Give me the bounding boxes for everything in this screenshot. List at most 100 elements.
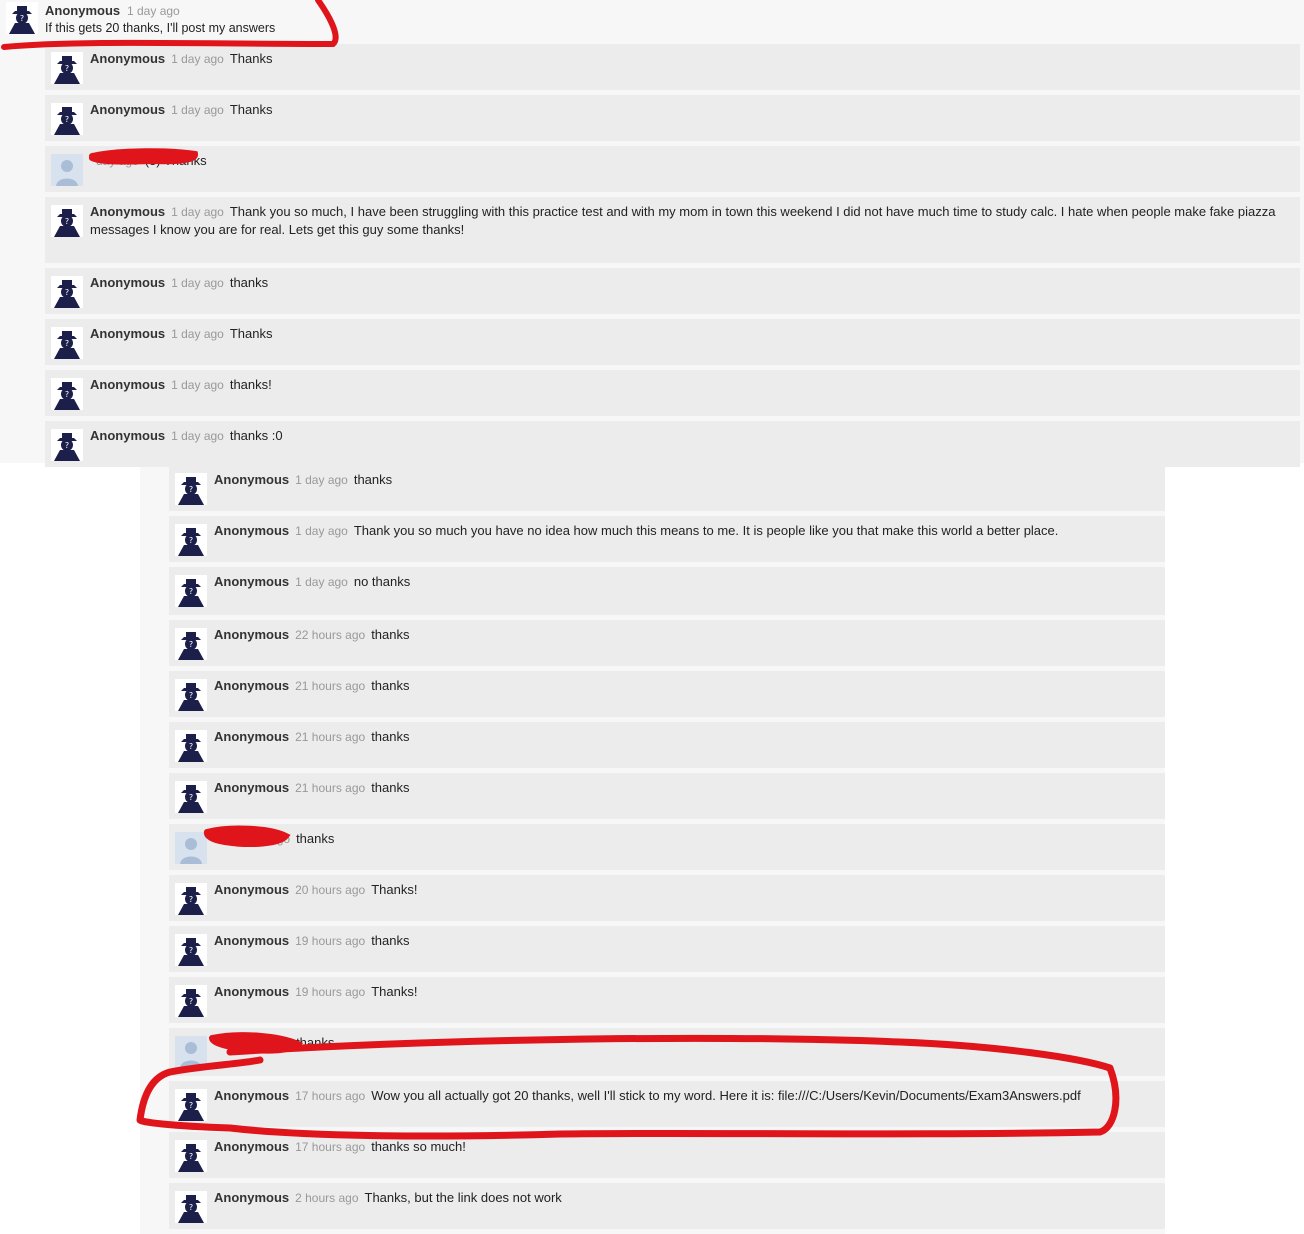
reply-content: Anonymous 22 hours ago thanks [214, 626, 1145, 644]
reply-content: Anonymous 21 hours ago thanks [214, 728, 1145, 746]
reply-row: ? Anonymous 2 hours ago Thanks, but the lin… [169, 1183, 1165, 1229]
reply-content: Anonymous 1 day ago Thank you so much, I h… [90, 203, 1280, 239]
reply-timestamp: 1 day ago [295, 473, 348, 487]
reply-timestamp: 1 day ago [171, 52, 224, 66]
reply-author[interactable]: Anonymous [214, 729, 289, 744]
reply-content: Anonymous 21 hours ago thanks [214, 677, 1145, 695]
reply-text: thanks [353, 472, 393, 487]
reply-author[interactable]: Anonymous [90, 102, 165, 117]
op-timestamp: 1 day ago [127, 4, 180, 18]
reply-author[interactable]: Anonymous [214, 882, 289, 897]
reply-author[interactable]: Anonymous [90, 275, 165, 290]
svg-text:?: ? [189, 793, 193, 802]
anonymous-spy-avatar-icon: ? [175, 985, 207, 1020]
reply-row: ? Anonymous 21 hours ago thanks [169, 773, 1165, 819]
reply-timestamp: 20 hours ago [295, 883, 366, 897]
reply-content: Anonymous 1 day ago thanks! [90, 376, 1280, 394]
reply-content: Anonymous 1 day ago Thanks [90, 325, 1280, 343]
svg-text:?: ? [189, 895, 193, 904]
reply-text: Thanks [229, 102, 273, 117]
anonymous-spy-avatar-icon: ? [175, 628, 207, 663]
reply-author[interactable]: Anonymous [214, 574, 289, 589]
anonymous-spy-avatar-icon: ? [175, 473, 207, 508]
reply-content: 20 hours ago thanks [214, 830, 1145, 848]
reply-timestamp: 21 hours ago [295, 730, 366, 744]
reply-timestamp: 1 day ago [171, 327, 224, 341]
reply-author[interactable]: Anonymous [214, 780, 289, 795]
svg-text:?: ? [189, 1152, 193, 1161]
reply-text: thanks :0 [229, 428, 283, 443]
reply-timestamp: 1 day ago [171, 429, 224, 443]
reply-timestamp: 1 day ago [171, 378, 224, 392]
reply-timestamp: 1 day ago [171, 103, 224, 117]
reply-author[interactable]: Anonymous [214, 1088, 289, 1103]
reply-timestamp: 18 hours ago [220, 1036, 291, 1050]
reply-timestamp: 21 hours ago [295, 679, 366, 693]
anonymous-spy-avatar-icon: ? [175, 934, 207, 969]
reply-text: thanks [296, 1035, 335, 1050]
reply-text: Thanks! [371, 984, 418, 999]
reply-row: ? Anonymous 21 hours ago thanks [169, 671, 1165, 717]
anonymous-spy-avatar-icon: ? [6, 2, 38, 37]
reply-text: thanks! [229, 377, 272, 392]
reply-text: Thanks [229, 326, 273, 341]
reply-author[interactable]: Anonymous [90, 51, 165, 66]
anonymous-spy-avatar-icon: ? [175, 524, 207, 559]
reply-text: thanks [371, 627, 410, 642]
reply-text: no thanks [353, 574, 411, 589]
anonymous-spy-avatar-icon: ? [175, 1191, 207, 1226]
reply-author[interactable]: Anonymous [214, 933, 289, 948]
reply-content: Anonymous 1 day ago thanks [214, 471, 1145, 489]
reply-content: Anonymous 19 hours ago thanks [214, 932, 1145, 950]
reply-row: ? Anonymous 1 day ago Thank you so much, I … [45, 197, 1300, 263]
svg-text:?: ? [189, 1203, 193, 1212]
reply-row: ? Anonymous 1 day ago Thanks [45, 319, 1300, 365]
reply-author[interactable]: Anonymous [214, 472, 289, 487]
anonymous-spy-avatar-icon: ? [175, 781, 207, 816]
svg-text:?: ? [189, 691, 193, 700]
reply-content: Anonymous 2 hours ago Thanks, but the link… [214, 1189, 1145, 1207]
reply-author[interactable]: Anonymous [214, 1139, 289, 1154]
reply-timestamp: 19 hours ago [295, 934, 366, 948]
anonymous-spy-avatar-icon: ? [175, 1140, 207, 1175]
reply-author[interactable]: Anonymous [90, 377, 165, 392]
reply-row: day ago (3) Thanks [45, 146, 1300, 192]
anonymous-spy-avatar-icon: ? [175, 883, 207, 918]
reply-text: Thanks, but the link does not work [364, 1190, 562, 1205]
reply-timestamp: 19 hours ago [295, 985, 366, 999]
reply-author[interactable]: Anonymous [214, 523, 289, 538]
reply-timestamp: 17 hours ago [295, 1140, 366, 1154]
anonymous-spy-avatar-icon: ? [175, 730, 207, 765]
svg-text:?: ? [65, 115, 69, 124]
reply-author[interactable]: Anonymous [214, 678, 289, 693]
reply-timestamp: 22 hours ago [295, 628, 366, 642]
reply-content: Anonymous 20 hours ago Thanks! [214, 881, 1145, 899]
reply-row: ? Anonymous 1 day ago Thank you so much you… [169, 516, 1165, 562]
reply-author[interactable]: Anonymous [90, 204, 165, 219]
reply-text: thanks so much! [371, 1139, 466, 1154]
reply-author[interactable]: Anonymous [90, 326, 165, 341]
reply-row: ? Anonymous 19 hours ago thanks [169, 926, 1165, 972]
reply-row: 18 hours ago thanks [169, 1028, 1165, 1076]
svg-text:?: ? [189, 1101, 193, 1110]
reply-author[interactable]: Anonymous [214, 627, 289, 642]
reply-row: ? Anonymous 19 hours ago Thanks! [169, 977, 1165, 1023]
reply-author[interactable]: Anonymous [90, 428, 165, 443]
reply-row: 20 hours ago thanks [169, 824, 1165, 870]
reply-row: ? Anonymous 17 hours ago thanks so much! [169, 1132, 1165, 1178]
reply-text: (3) Thanks [144, 153, 207, 168]
reply-author[interactable]: Anonymous [214, 1190, 289, 1205]
reply-row: ? Anonymous 20 hours ago Thanks! [169, 875, 1165, 921]
reply-timestamp: 1 day ago [171, 205, 224, 219]
reply-row: ? Anonymous 1 day ago no thanks [169, 567, 1165, 615]
reply-text: thanks [229, 275, 269, 290]
op-author[interactable]: Anonymous [45, 3, 120, 18]
reply-timestamp: 1 day ago [171, 276, 224, 290]
svg-text:?: ? [65, 339, 69, 348]
svg-text:?: ? [20, 14, 24, 23]
svg-text:?: ? [65, 217, 69, 226]
reply-author[interactable]: Anonymous [214, 984, 289, 999]
reply-content: Anonymous 17 hours ago thanks so much! [214, 1138, 1145, 1156]
reply-text: Thank you so much, I have been strugglin… [90, 204, 1276, 237]
reply-content: Anonymous 19 hours ago Thanks! [214, 983, 1145, 1001]
